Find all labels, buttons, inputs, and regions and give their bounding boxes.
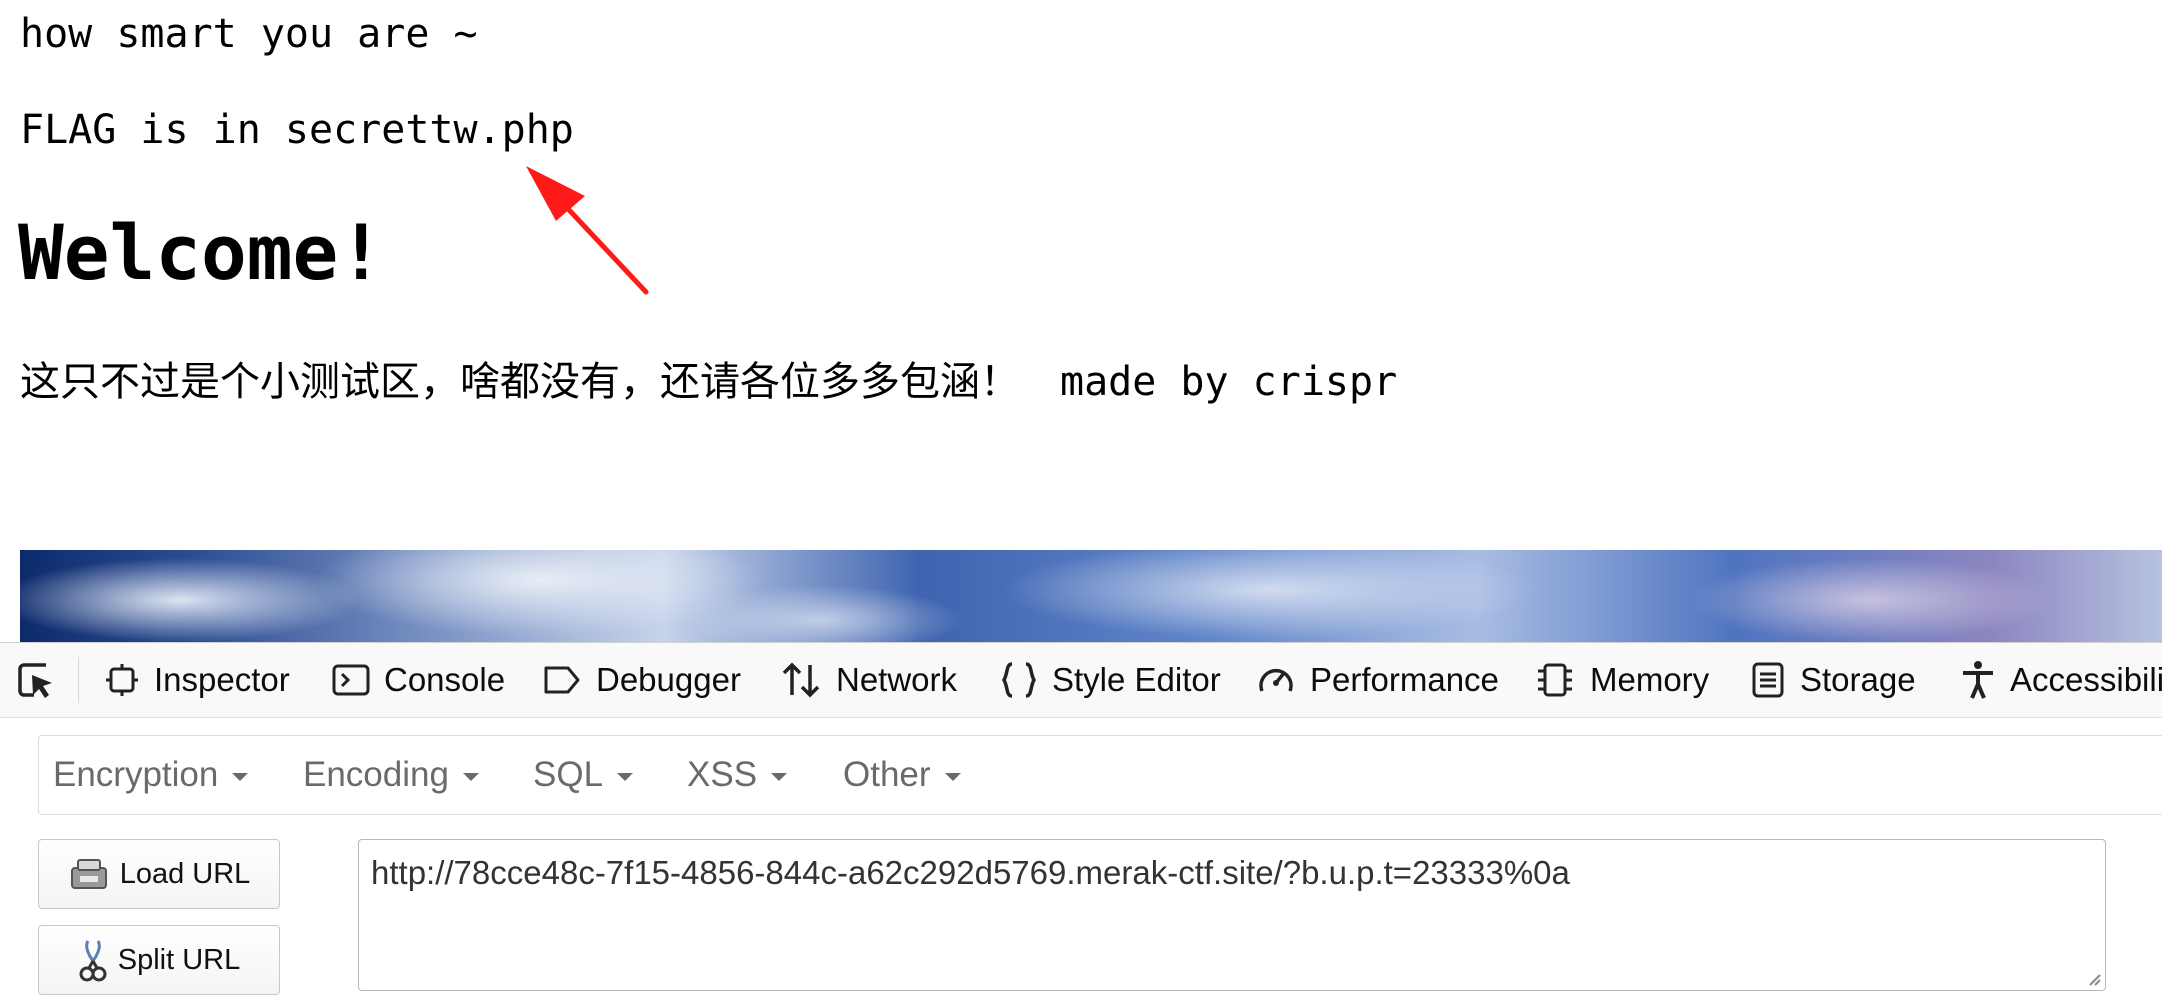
caret-down-icon [944,773,961,781]
tab-label: Style Editor [1052,661,1221,698]
memory-icon [1534,661,1576,699]
tab-storage[interactable]: Storage [1750,643,1916,717]
load-url-button[interactable]: Load URL [38,839,280,909]
tab-label: Accessibili [2010,661,2162,698]
web-page-content: how smart you are ~ FLAG is in secrettw.… [0,0,2162,642]
tab-label: Inspector [154,661,290,698]
url-input[interactable]: http://78cce48c-7f15-4856-844c-a62c292d5… [358,839,2106,991]
tab-memory[interactable]: Memory [1534,643,1709,717]
element-picker-button[interactable] [14,661,58,701]
tab-debugger[interactable]: Debugger [542,643,741,717]
caret-down-icon [771,773,788,781]
load-url-icon [68,856,110,892]
caret-down-icon [232,773,249,781]
devtools-panel: Inspector Console Debugger Network Style [0,642,2162,1004]
network-icon [780,661,822,699]
tab-console[interactable]: Console [332,643,505,717]
split-url-button[interactable]: Split URL [38,925,280,995]
style-editor-icon [1000,661,1038,699]
page-paragraph: 这只不过是个小测试区，啥都没有，还请各位多多包涵！ made by crispr [20,358,1397,406]
tab-accessibility[interactable]: Accessibili [1960,643,2162,717]
menu-xss[interactable]: XSS [687,736,788,814]
menu-encoding[interactable]: Encoding [303,736,479,814]
menu-label: SQL [533,755,604,794]
menu-sql[interactable]: SQL [533,736,634,814]
resize-handle-icon[interactable] [2084,969,2102,987]
toolbar-separator [78,657,79,703]
element-picker-icon [18,663,52,698]
smart-message: how smart you are ~ [20,11,478,57]
menu-label: XSS [687,755,758,794]
menu-label: Other [843,755,931,794]
caret-down-icon [617,773,634,781]
tab-inspector[interactable]: Inspector [104,643,290,717]
menu-label: Encoding [303,755,449,794]
accessibility-icon [1960,660,1996,700]
page-title: Welcome! [18,208,385,297]
hackbar-menu: Encryption Encoding SQL XSS Other [38,735,2162,815]
split-url-icon [78,937,108,983]
banner-image [20,550,2162,642]
tab-label: Storage [1800,661,1916,698]
performance-icon [1256,661,1296,699]
menu-other[interactable]: Other [843,736,961,814]
storage-icon [1750,661,1786,699]
menu-encryption[interactable]: Encryption [53,736,249,814]
devtools-toolbar: Inspector Console Debugger Network Style [0,643,2162,718]
paragraph-author: made by crispr [1060,359,1398,405]
debugger-icon [542,662,582,698]
tab-label: Network [836,661,958,698]
caret-down-icon [462,773,479,781]
tab-performance[interactable]: Performance [1256,643,1499,717]
menu-label: Encryption [53,755,219,794]
tab-style-editor[interactable]: Style Editor [1000,643,1221,717]
inspector-icon [104,662,140,698]
load-url-label: Load URL [119,857,251,890]
tab-network[interactable]: Network [780,643,957,717]
tab-label: Debugger [596,661,741,698]
tab-label: Console [384,661,506,698]
split-url-label: Split URL [117,943,241,976]
tab-label: Performance [1310,661,1499,698]
paragraph-chinese: 这只不过是个小测试区，啥都没有，还请各位多多包涵！ [20,359,1020,405]
tab-label: Memory [1590,661,1710,698]
flag-hint: FLAG is in secrettw.php [20,107,574,153]
console-icon [332,662,370,698]
